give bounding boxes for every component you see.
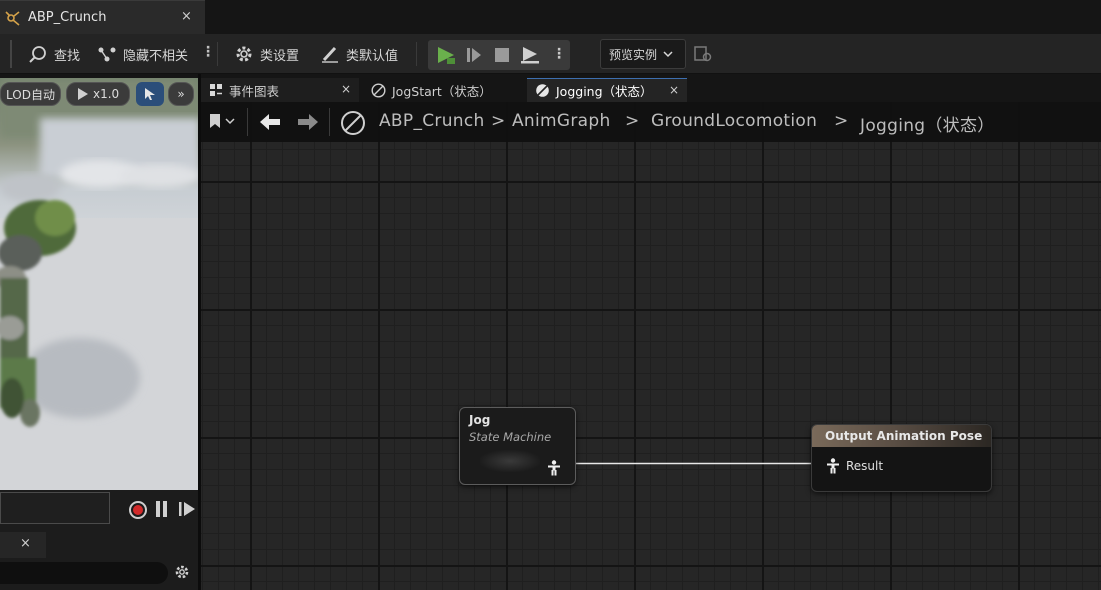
debug-object-icon[interactable] [694, 45, 712, 63]
playback-speed-button[interactable]: x1.0 [66, 82, 130, 106]
pause-icon[interactable] [156, 501, 168, 517]
event-graph-icon [210, 84, 222, 96]
record-icon[interactable] [129, 501, 147, 519]
divider [247, 108, 248, 136]
class-settings-label: 类设置 [260, 48, 300, 64]
breadcrumb-item-animgraph[interactable]: AnimGraph [512, 111, 611, 131]
close-tab-icon[interactable]: × [341, 82, 351, 96]
node-title: Output Animation Pose [825, 429, 983, 443]
title-bar: ABP_Crunch × [0, 0, 1101, 34]
graph-canvas[interactable] [201, 102, 1101, 590]
more-icon: » [177, 87, 185, 101]
toolbar-divider [416, 42, 417, 66]
node-header: Output Animation Pose [812, 425, 991, 447]
class-defaults-button[interactable]: 类默认值 [320, 43, 398, 65]
timeline-scrubber[interactable] [0, 492, 110, 524]
tab-event-graph[interactable]: 事件图表 × [201, 78, 359, 102]
toolbar-divider [217, 42, 218, 66]
select-mode-button[interactable] [136, 82, 164, 106]
tab-jogstart-state[interactable]: JogStart（状态） [363, 78, 523, 102]
divider [329, 108, 330, 136]
play-button[interactable] [432, 40, 460, 70]
breadcrumb-item-jogging[interactable]: Jogging（状态） [860, 111, 995, 136]
step-button[interactable] [460, 40, 488, 70]
viewport-more-button[interactable]: » [168, 82, 194, 106]
toolbar-grip[interactable] [10, 40, 12, 68]
result-pin-label: Result [846, 459, 884, 473]
close-tab-icon[interactable]: × [181, 9, 192, 24]
pose-input-pin-icon[interactable] [826, 458, 840, 474]
tab-event-graph-label: 事件图表 [229, 83, 280, 99]
stop-button[interactable] [488, 40, 516, 70]
breadcrumb-item-abp-crunch[interactable]: ABP_Crunch [379, 111, 485, 131]
breadcrumb-separator: > [834, 111, 849, 131]
breadcrumb: ABP_Crunch > AnimGraph > GroundLocomotio… [201, 102, 1101, 142]
bookmark-button[interactable] [209, 113, 235, 129]
state-machine-node[interactable]: Jog State Machine [459, 407, 576, 485]
details-search-input[interactable] [0, 562, 168, 584]
pencil-icon [322, 46, 338, 63]
document-tab-label: ABP_Crunch [28, 10, 107, 25]
graph-tab-bar: 事件图表 × JogStart（状态） Jogging（状态） × [201, 78, 1101, 102]
hide-unrelated-button[interactable]: 隐藏不相关 [97, 43, 188, 65]
pose-output-pin-icon[interactable] [547, 460, 561, 476]
play-icon [78, 88, 88, 100]
chevron-down-icon [663, 51, 673, 58]
preview-instance-dropdown[interactable]: 预览实例 [600, 39, 686, 69]
bookmark-icon [210, 114, 220, 128]
close-tab-icon[interactable]: × [20, 536, 31, 551]
hide-unrelated-label: 隐藏不相关 [123, 48, 189, 64]
state-icon [371, 82, 386, 98]
class-defaults-label: 类默认值 [346, 48, 399, 64]
tab-jogstart-label: JogStart（状态） [392, 83, 492, 99]
lod-auto-button[interactable]: LOD自动 [0, 82, 61, 106]
gear-icon[interactable] [174, 564, 190, 580]
node-preview [480, 450, 540, 472]
step-forward-icon[interactable] [178, 500, 196, 518]
state-icon [536, 84, 549, 97]
character-preview-image [0, 78, 198, 524]
pose-wire[interactable] [560, 460, 820, 468]
stop-icon [495, 48, 509, 62]
cursor-icon [145, 88, 155, 100]
lod-auto-label: LOD自动 [6, 87, 55, 102]
document-tab[interactable]: ABP_Crunch × [0, 0, 205, 34]
play-controls: ⋮ [428, 40, 570, 70]
back-arrow-icon[interactable] [259, 113, 281, 131]
node-subtitle: State Machine [469, 430, 552, 444]
preview-viewport[interactable] [0, 78, 198, 524]
close-tab-icon[interactable]: × [669, 83, 679, 97]
details-tab[interactable]: × [0, 532, 46, 558]
chevron-down-icon [225, 118, 235, 125]
class-settings-button[interactable]: 类设置 [234, 43, 299, 65]
eject-button[interactable] [516, 40, 544, 70]
playback-speed-label: x1.0 [93, 87, 120, 101]
forward-arrow-icon[interactable] [297, 113, 319, 131]
anim-blueprint-icon [5, 11, 20, 26]
gear-icon [236, 46, 252, 62]
node-title: Jog [469, 413, 491, 427]
play-viewport-icon [521, 47, 539, 64]
find-button[interactable]: 查找 [28, 43, 80, 65]
find-icon [29, 46, 46, 63]
play-options-icon[interactable]: ⋮ [552, 46, 566, 62]
hide-unrelated-icon [98, 47, 116, 62]
breadcrumb-separator: > [625, 111, 640, 131]
breadcrumb-separator: > [491, 111, 506, 131]
tab-jogging-state[interactable]: Jogging（状态） × [527, 78, 687, 102]
preview-instance-label: 预览实例 [609, 47, 658, 62]
tab-jogging-label: Jogging（状态） [556, 84, 653, 99]
step-icon [467, 48, 481, 62]
breadcrumb-item-groundlocomotion[interactable]: GroundLocomotion [651, 111, 817, 131]
more-options-icon[interactable]: ⋮ [201, 44, 215, 60]
state-icon [341, 111, 365, 135]
play-icon [438, 47, 455, 64]
find-label: 查找 [54, 48, 81, 64]
output-pose-node[interactable]: Output Animation Pose Result [811, 424, 992, 492]
